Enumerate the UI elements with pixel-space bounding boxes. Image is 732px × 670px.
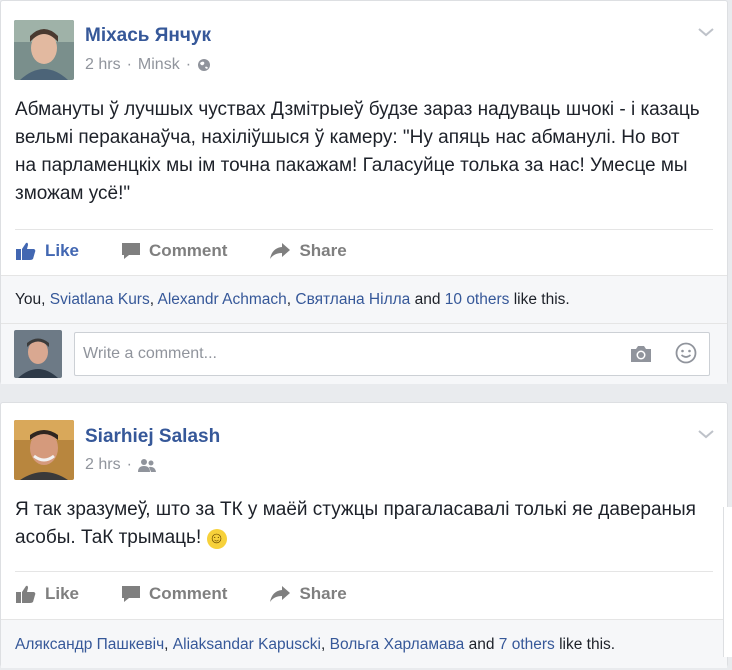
and-text: and	[410, 291, 445, 308]
liker-link[interactable]: Аляксандр Пашкевіч	[15, 636, 164, 653]
separator: ,	[41, 291, 50, 308]
post-card: Siarhiej Salash 2 hrs · Я так зразумеў, …	[0, 402, 728, 668]
smiley-emoji: ☺	[206, 529, 227, 549]
friends-icon	[137, 459, 156, 472]
comment-input[interactable]	[74, 332, 710, 376]
globe-icon	[198, 59, 211, 71]
avatar[interactable]	[14, 20, 74, 80]
share-arrow-icon	[270, 586, 291, 602]
comment-label: Comment	[149, 584, 228, 603]
thumbs-up-icon	[16, 242, 36, 260]
comment-composer	[1, 323, 727, 384]
post-text: Я так зразумеў, што за ТК у маёй стужцы …	[15, 496, 705, 552]
current-user-avatar[interactable]	[14, 330, 62, 378]
share-arrow-icon	[270, 243, 291, 259]
share-button[interactable]: Share	[269, 584, 347, 604]
post-text-content: Я так зразумеў, што за ТК у маёй стужцы …	[15, 499, 696, 548]
liker-link[interactable]: Вольга Харламава	[330, 636, 465, 653]
meta-separator: ·	[126, 56, 132, 73]
chevron-down-icon[interactable]	[696, 25, 716, 39]
avatar[interactable]	[14, 420, 74, 480]
post-actions: Like Comment Share	[15, 236, 713, 266]
like-label: Like	[45, 584, 80, 603]
post-time[interactable]: 2 hrs	[85, 56, 121, 74]
like-button[interactable]: Like	[15, 241, 79, 261]
share-label: Share	[299, 584, 347, 603]
comment-button[interactable]: Comment	[121, 584, 227, 604]
post-time[interactable]: 2 hrs	[85, 456, 121, 474]
emoji-icon[interactable]	[675, 342, 697, 364]
comment-button[interactable]: Comment	[121, 241, 227, 261]
share-button[interactable]: Share	[269, 241, 347, 261]
meta-separator: ·	[185, 56, 192, 73]
post-card: Міхась Янчук 2 hrs · Minsk · Абмануты ў …	[0, 0, 728, 384]
liker-link[interactable]: Alexandr Achmach	[158, 291, 287, 308]
divider	[15, 229, 713, 230]
separator: ,	[149, 291, 158, 308]
share-label: Share	[299, 241, 347, 260]
like-suffix: like this.	[509, 291, 570, 308]
separator: ,	[321, 636, 330, 653]
chevron-down-icon[interactable]	[696, 427, 716, 441]
side-panel-edge	[723, 507, 732, 657]
like-button[interactable]: Like	[15, 584, 79, 604]
post-actions: Like Comment Share	[15, 579, 713, 609]
likes-you: You	[15, 291, 42, 308]
liker-link[interactable]: Aliaksandar Kapuscki	[173, 636, 321, 653]
camera-icon[interactable]	[629, 344, 653, 364]
post-meta: 2 hrs ·	[85, 456, 156, 474]
others-link[interactable]: 10 others	[445, 291, 510, 308]
liker-link[interactable]: Святлана Нілла	[295, 291, 410, 308]
post-meta: 2 hrs · Minsk ·	[85, 56, 211, 74]
author-name[interactable]: Міхась Янчук	[85, 25, 211, 47]
comment-icon	[122, 243, 141, 259]
post-text: Абмануты ў лучшых чуствах Дзмітрыеў будз…	[15, 99, 700, 204]
meta-separator: ·	[126, 456, 132, 473]
post-location[interactable]: Minsk	[138, 56, 180, 74]
comment-icon	[122, 586, 141, 602]
like-suffix: like this.	[554, 636, 616, 653]
likes-summary: Аляксандр Пашкевіч, Aliaksandar Kapuscki…	[1, 619, 727, 668]
thumbs-up-icon	[16, 585, 36, 603]
author-name[interactable]: Siarhiej Salash	[85, 426, 220, 448]
like-label: Like	[45, 241, 80, 260]
others-link[interactable]: 7 others	[499, 636, 555, 653]
and-text: and	[464, 636, 499, 653]
comment-label: Comment	[149, 241, 228, 260]
divider	[15, 571, 713, 572]
likes-summary: You, Sviatlana Kurs, Alexandr Achmach, С…	[1, 275, 727, 323]
separator: ,	[164, 636, 173, 653]
liker-link[interactable]: Sviatlana Kurs	[50, 291, 150, 308]
